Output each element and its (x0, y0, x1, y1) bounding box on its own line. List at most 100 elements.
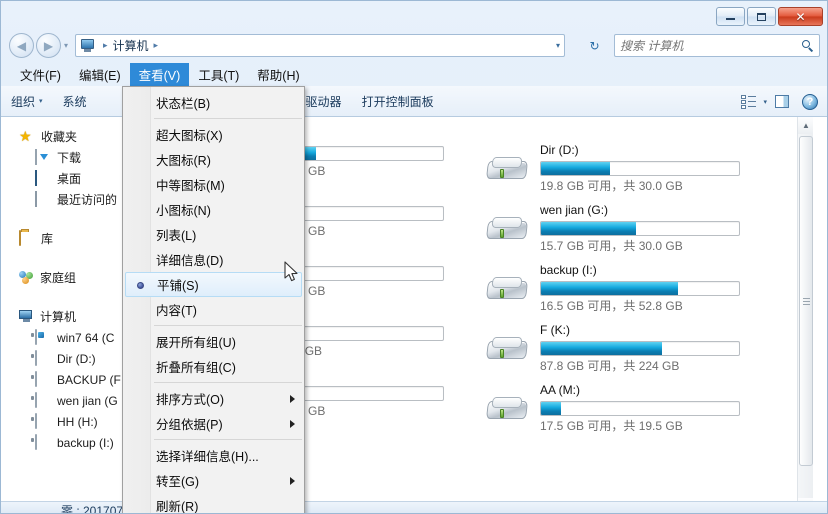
minimize-button[interactable] (716, 7, 745, 26)
drive-tile[interactable]: F (K:) 87.8 GB 可用，共 224 GB (474, 319, 770, 379)
address-dropdown-icon[interactable]: ▾ (556, 41, 560, 50)
drive-icon (35, 391, 51, 409)
maximize-icon (757, 12, 766, 21)
scrollbar-grip (802, 297, 810, 305)
scroll-up-button[interactable]: ▲ (798, 117, 813, 134)
drive-tile[interactable]: Dir (D:) 19.8 GB 可用，共 30.0 GB (474, 139, 770, 199)
menu-item-large-icons[interactable]: 大图标(R) (123, 147, 304, 172)
drive-icon (35, 433, 51, 451)
menu-item-refresh[interactable]: 刷新(R) (123, 493, 304, 513)
recent-places-icon (35, 190, 51, 208)
menu-file[interactable]: 文件(F) (11, 63, 70, 86)
menu-item-expand-all-groups[interactable]: 展开所有组(U) (123, 329, 304, 354)
search-box[interactable] (614, 34, 820, 57)
drive-tile[interactable]: wen jian (G:) 15.7 GB 可用，共 30.0 GB (474, 199, 770, 259)
maximize-button[interactable] (747, 7, 776, 26)
preview-pane-button[interactable] (769, 91, 795, 113)
menu-item-group-by[interactable]: 分组依据(P) (123, 411, 304, 436)
organize-button[interactable]: 组织 ▾ (1, 93, 53, 110)
vertical-scrollbar[interactable]: ▲ ▼ (797, 117, 813, 513)
change-view-button[interactable] (735, 91, 761, 113)
menu-item-label: 转至(G) (156, 475, 200, 489)
system-label: 系统 (62, 94, 87, 109)
menu-edit[interactable]: 编辑(E) (70, 63, 130, 86)
menu-item-details[interactable]: 详细信息(D) (123, 247, 304, 272)
menu-item-go-to[interactable]: 转至(G) (123, 468, 304, 493)
search-icon (802, 39, 814, 52)
menu-item-label: 平铺(S) (157, 279, 199, 293)
menu-help[interactable]: 帮助(H) (248, 63, 308, 86)
menu-item-choose-details[interactable]: 选择详细信息(H)... (123, 443, 304, 468)
submenu-arrow-icon (290, 395, 295, 403)
drive-icon (484, 333, 530, 369)
drive-name: F (K:) (540, 323, 570, 337)
sidebar-item-label: 计算机 (40, 310, 77, 324)
nav-arrows: ◀ ▶ ▾ (9, 33, 68, 58)
menu-tools[interactable]: 工具(T) (189, 63, 248, 86)
close-button[interactable]: ✕ (778, 7, 823, 26)
chevron-down-icon: ▾ (39, 98, 43, 105)
view-dropdown-menu[interactable]: 状态栏(B) 超大图标(X) 大图标(R) 中等图标(M) 小图标(N) 列表(… (122, 86, 305, 513)
menu-view[interactable]: 查看(V) (129, 63, 190, 86)
capacity-bar (540, 221, 740, 236)
drive-icon (484, 273, 530, 309)
open-control-panel-button[interactable]: 打开控制面板 (352, 93, 444, 110)
drive-icon (35, 370, 51, 388)
back-icon: ◀ (16, 38, 27, 53)
help-icon: ? (802, 93, 818, 110)
toolbar-right-icons: ▾ ? (735, 86, 823, 117)
sidebar-item-label: 下载 (57, 151, 82, 165)
menu-item-small-icons[interactable]: 小图标(N) (123, 197, 304, 222)
radio-selected-icon (137, 282, 144, 289)
views-chevron-down-icon[interactable]: ▾ (763, 98, 767, 106)
back-button[interactable]: ◀ (9, 33, 34, 58)
menu-item-label: 排序方式(O) (156, 393, 225, 407)
address-bar[interactable]: ▸ 计算机 ▸ ▾ (75, 34, 565, 57)
scrollbar-thumb[interactable] (799, 136, 813, 466)
drive-tile[interactable]: backup (I:) 16.5 GB 可用，共 52.8 GB (474, 259, 770, 319)
refresh-button[interactable]: ↻ (584, 35, 605, 56)
menu-item-status-bar[interactable]: 状态栏(B) (123, 90, 304, 115)
sidebar-item-label: win7 64 (C (57, 330, 115, 345)
capacity-bar (540, 281, 740, 296)
sidebar-item-label: wen jian (G (57, 393, 118, 408)
forward-button[interactable]: ▶ (36, 33, 61, 58)
menu-item-collapse-all-groups[interactable]: 折叠所有组(C) (123, 354, 304, 379)
menu-item-extra-large-icons[interactable]: 超大图标(X) (123, 122, 304, 147)
system-properties-button[interactable]: 系统 (53, 93, 97, 110)
sidebar-item-label: 桌面 (57, 172, 82, 186)
capacity-bar (540, 161, 740, 176)
mouse-cursor (284, 261, 298, 282)
search-input[interactable] (620, 38, 802, 53)
menu-item-sort-by[interactable]: 排序方式(O) (123, 386, 304, 411)
menu-item-list[interactable]: 列表(L) (123, 222, 304, 247)
capacity-bar (540, 341, 740, 356)
menu-item-tiles[interactable]: 平铺(S) (125, 272, 302, 297)
desktop-icon (35, 169, 51, 187)
sidebar-item-label: 最近访问的 (57, 193, 118, 207)
history-dropdown-icon[interactable]: ▾ (64, 41, 68, 50)
navigation-bar: ◀ ▶ ▾ ▸ 计算机 ▸ ▾ ↻ (1, 31, 827, 61)
organize-label: 组织 (11, 94, 36, 109)
drive-icon (484, 393, 530, 429)
computer-icon (19, 310, 34, 323)
library-icon (19, 229, 35, 247)
preview-pane-icon (775, 95, 789, 108)
menu-item-content[interactable]: 内容(T) (123, 297, 304, 322)
drive-icon (35, 412, 51, 430)
sidebar-item-label: HH (H:) (57, 414, 98, 429)
downloads-icon (35, 148, 51, 166)
sidebar-item-label: backup (I:) (57, 435, 114, 450)
sidebar-item-label: Dir (D:) (57, 351, 96, 366)
star-icon: ★ (19, 127, 32, 144)
sidebar-item-label: 收藏夹 (41, 130, 78, 144)
drive-capacity-text: 19.8 GB 可用，共 30.0 GB (540, 179, 683, 193)
control-panel-label: 打开控制面板 (361, 94, 434, 109)
system-drive-icon (35, 328, 51, 346)
views-icon (740, 95, 756, 109)
help-button[interactable]: ? (797, 91, 823, 113)
breadcrumb-computer[interactable]: 计算机 (111, 37, 151, 54)
menu-item-medium-icons[interactable]: 中等图标(M) (123, 172, 304, 197)
drive-tile[interactable]: AA (M:) 17.5 GB 可用，共 19.5 GB (474, 379, 770, 439)
breadcrumb-separator-2[interactable]: ▸ (151, 40, 162, 51)
